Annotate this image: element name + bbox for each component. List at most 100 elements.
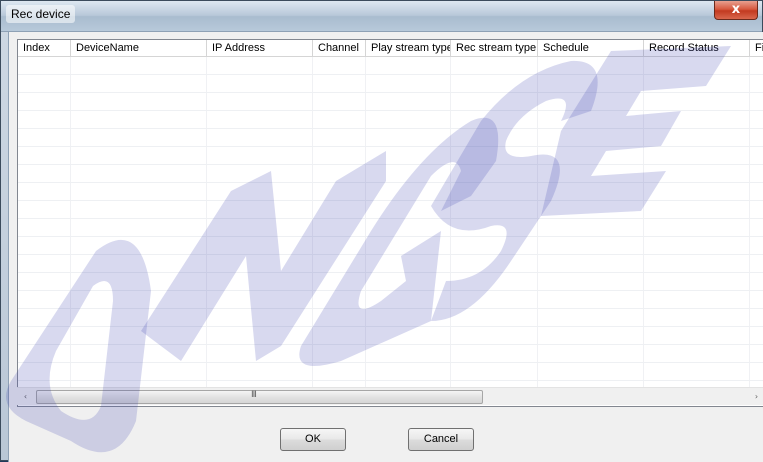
device-list[interactable]: Index DeviceName IP Address Channel Play… [17, 39, 763, 407]
table-cell [71, 237, 207, 254]
table-row[interactable] [18, 237, 763, 255]
table-cell [207, 327, 313, 344]
table-cell [644, 291, 750, 308]
table-cell [538, 75, 644, 92]
table-cell [366, 237, 451, 254]
table-cell [207, 363, 313, 380]
table-row[interactable] [18, 93, 763, 111]
scroll-right-arrow-icon[interactable]: › [748, 388, 763, 405]
table-cell [71, 129, 207, 146]
table-cell [750, 309, 763, 326]
table-row[interactable] [18, 111, 763, 129]
table-cell [451, 255, 538, 272]
table-cell [538, 291, 644, 308]
table-cell [750, 255, 763, 272]
table-cell [644, 327, 750, 344]
table-cell [451, 291, 538, 308]
ok-button[interactable]: OK [280, 428, 346, 451]
table-row[interactable] [18, 345, 763, 363]
table-cell [451, 93, 538, 110]
table-cell [71, 57, 207, 74]
table-cell [644, 219, 750, 236]
table-row[interactable] [18, 147, 763, 165]
table-cell [313, 201, 366, 218]
title-bar[interactable]: Rec device x [1, 1, 762, 32]
table-row[interactable] [18, 165, 763, 183]
table-cell [750, 327, 763, 344]
table-cell [366, 75, 451, 92]
table-cell [366, 183, 451, 200]
table-cell [451, 111, 538, 128]
table-cell [366, 219, 451, 236]
table-cell [644, 309, 750, 326]
table-cell [644, 255, 750, 272]
table-row[interactable] [18, 327, 763, 345]
table-row[interactable] [18, 75, 763, 93]
column-header-record-status[interactable]: Record Status [644, 40, 750, 56]
column-header-schedule[interactable]: Schedule [538, 40, 644, 56]
table-cell [750, 237, 763, 254]
scroll-left-arrow-icon[interactable]: ‹ [17, 388, 34, 405]
table-cell [750, 291, 763, 308]
table-cell [313, 147, 366, 164]
horizontal-scrollbar[interactable]: ‹ III › [17, 387, 763, 405]
table-cell [71, 183, 207, 200]
table-row[interactable] [18, 129, 763, 147]
table-cell [71, 75, 207, 92]
table-row[interactable] [18, 255, 763, 273]
table-cell [750, 201, 763, 218]
table-row[interactable] [18, 291, 763, 309]
table-cell [451, 363, 538, 380]
column-header-devicename[interactable]: DeviceName [71, 40, 207, 56]
column-header-file[interactable]: File [750, 40, 763, 56]
table-row[interactable] [18, 309, 763, 327]
column-header-ip-address[interactable]: IP Address [207, 40, 313, 56]
table-cell [18, 237, 71, 254]
scrollbar-thumb[interactable]: III [36, 390, 483, 404]
table-cell [18, 57, 71, 74]
table-cell [18, 129, 71, 146]
table-cell [313, 363, 366, 380]
cancel-button[interactable]: Cancel [408, 428, 474, 451]
table-cell [18, 327, 71, 344]
table-row[interactable] [18, 363, 763, 381]
table-cell [644, 183, 750, 200]
column-header-channel[interactable]: Channel [313, 40, 366, 56]
table-cell [366, 345, 451, 362]
close-button[interactable]: x [714, 1, 758, 20]
table-cell [750, 129, 763, 146]
table-cell [71, 309, 207, 326]
table-cell [366, 309, 451, 326]
table-cell [366, 255, 451, 272]
table-cell [18, 291, 71, 308]
table-cell [644, 129, 750, 146]
table-row[interactable] [18, 219, 763, 237]
table-cell [207, 57, 313, 74]
table-row[interactable] [18, 183, 763, 201]
table-cell [538, 237, 644, 254]
table-cell [71, 255, 207, 272]
table-row[interactable] [18, 201, 763, 219]
table-cell [644, 147, 750, 164]
table-cell [18, 363, 71, 380]
table-cell [18, 273, 71, 290]
table-cell [750, 363, 763, 380]
column-header-play-stream-type[interactable]: Play stream type [366, 40, 451, 56]
table-cell [644, 363, 750, 380]
table-row[interactable] [18, 273, 763, 291]
table-cell [18, 75, 71, 92]
column-header-index[interactable]: Index [18, 40, 71, 56]
table-cell [644, 75, 750, 92]
table-cell [750, 111, 763, 128]
table-cell [451, 201, 538, 218]
table-cell [207, 255, 313, 272]
table-cell [451, 309, 538, 326]
table-row[interactable] [18, 57, 763, 75]
column-header-rec-stream-type[interactable]: Rec stream type [451, 40, 538, 56]
table-cell [313, 129, 366, 146]
dialog-body: Index DeviceName IP Address Channel Play… [8, 32, 763, 462]
table-cell [207, 93, 313, 110]
table-cell [71, 111, 207, 128]
table-cell [451, 327, 538, 344]
table-cell [207, 309, 313, 326]
